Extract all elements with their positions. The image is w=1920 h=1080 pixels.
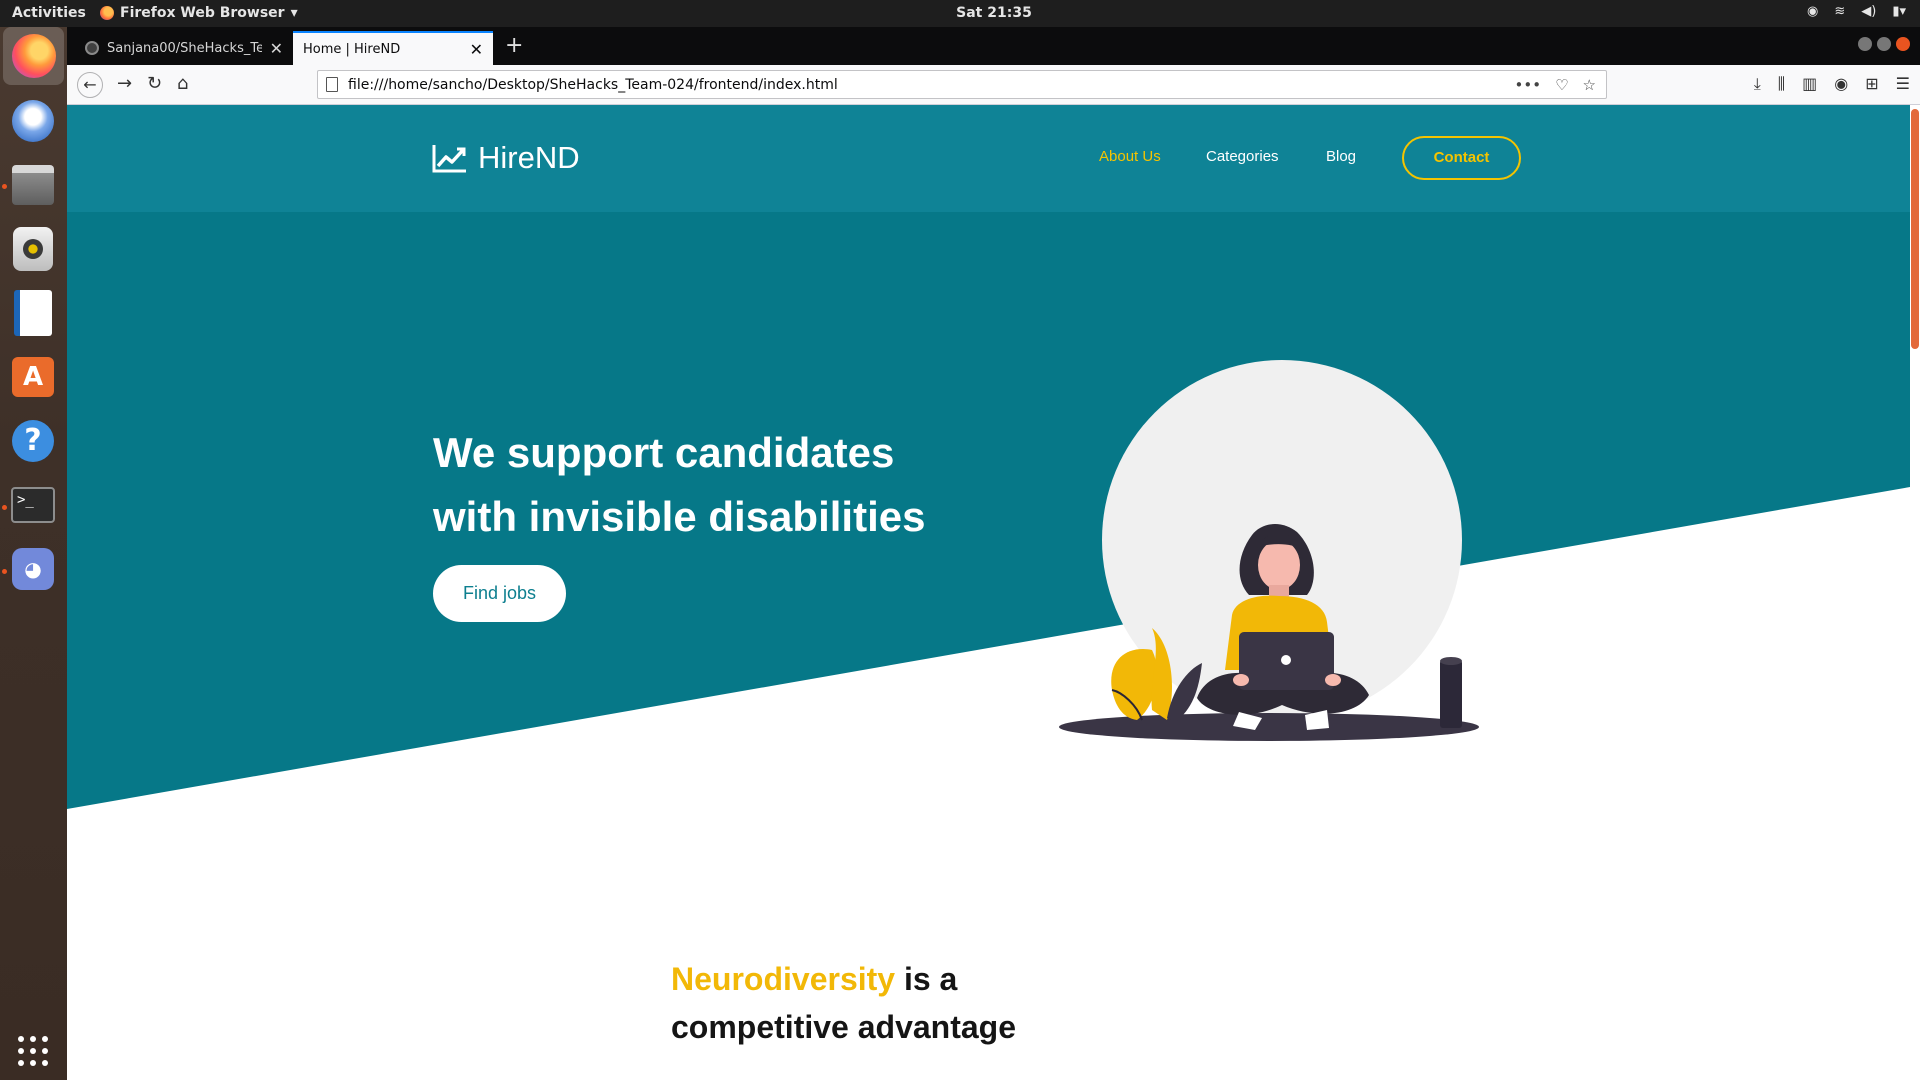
hero-title: We support candidates with invisible dis… [433, 421, 1033, 549]
software-center-icon: A [12, 357, 54, 397]
dock-discord[interactable]: ◕ [9, 545, 57, 593]
dock: A ? >_ ◕ [0, 27, 67, 1080]
files-icon [12, 165, 54, 205]
new-tab-button[interactable]: + [505, 35, 523, 57]
close-window-button[interactable] [1896, 37, 1910, 51]
nav-about-us[interactable]: About Us [1099, 148, 1161, 165]
bookmark-star-icon[interactable]: ☆ [1583, 76, 1596, 94]
dock-terminal[interactable]: >_ [9, 481, 57, 529]
tab-title: Home | HireND [303, 41, 401, 57]
close-tab-icon[interactable]: ✕ [270, 39, 283, 58]
close-tab-icon[interactable]: ✕ [470, 40, 483, 59]
logo[interactable]: HireND [432, 140, 580, 176]
back-button[interactable]: ← [77, 72, 103, 98]
logo-text: HireND [478, 140, 580, 175]
writer-icon [14, 290, 52, 336]
dock-writer[interactable] [9, 289, 57, 337]
page-actions-icon[interactable]: ••• [1515, 76, 1542, 94]
section-title-accent: Neurodiversity [671, 961, 896, 997]
page-icon [326, 77, 338, 92]
minimize-button[interactable] [1858, 37, 1872, 51]
library-icon[interactable]: ⫼ [1778, 74, 1785, 94]
url-text[interactable]: file:///home/sancho/Desktop/SheHacks_Tea… [348, 77, 1515, 93]
toolbar-icons: ⤓ ⫼ ▥ ◉ ⊞ ☰ [1754, 74, 1910, 94]
sidebar-icon[interactable]: ▥ [1802, 74, 1817, 94]
dock-software[interactable]: A [9, 353, 57, 401]
discord-icon: ◕ [12, 548, 54, 590]
running-indicator [2, 569, 7, 574]
section-title-rest-1: is a [895, 961, 958, 997]
clock[interactable]: Sat 21:35 [0, 5, 1920, 21]
nav-blog[interactable]: Blog [1326, 148, 1356, 165]
contact-button[interactable]: Contact [1402, 136, 1521, 180]
tab-title: Sanjana00/SheHacks_Te [107, 40, 262, 56]
section-title-rest-2: competitive advantage [671, 1009, 1016, 1045]
battery-icon[interactable]: ▮▾ [1892, 4, 1906, 19]
running-indicator [2, 505, 7, 510]
firefox-icon [11, 34, 56, 78]
dock-firefox[interactable] [3, 27, 64, 85]
maximize-button[interactable] [1877, 37, 1891, 51]
hero-title-line-1: We support candidates [433, 429, 895, 476]
tab-hirend[interactable]: Home | HireND ✕ [293, 31, 493, 65]
account-icon[interactable]: ◉ [1834, 74, 1848, 94]
dock-thunderbird[interactable] [9, 97, 57, 145]
thunderbird-icon [12, 100, 54, 142]
section-title: Neurodiversity is a competitive advantage [671, 955, 1131, 1051]
hero-title-line-2: with invisible disabilities [433, 493, 926, 540]
scrollbar-thumb[interactable] [1911, 109, 1919, 349]
reload-button[interactable]: ↻ [147, 73, 162, 94]
navigation-toolbar: ← → ↻ ⌂ file:///home/sancho/Desktop/SheH… [67, 65, 1920, 105]
app-grid-icon [18, 1036, 48, 1066]
window-controls [1858, 37, 1910, 51]
site-header: HireND About Us Categories Blog Contact [67, 105, 1910, 212]
dock-help[interactable]: ? [9, 417, 57, 465]
wifi-icon[interactable]: ≋ [1834, 4, 1845, 19]
terminal-icon: >_ [11, 487, 55, 523]
system-top-bar: Activities Firefox Web Browser ▾ Sat 21:… [0, 0, 1920, 27]
volume-icon[interactable]: ◀) [1861, 4, 1876, 19]
menu-icon[interactable]: ☰ [1896, 74, 1910, 94]
show-applications[interactable] [9, 1027, 57, 1075]
find-jobs-button[interactable]: Find jobs [433, 565, 566, 622]
scrollbar[interactable] [1910, 105, 1920, 1080]
dock-files[interactable] [9, 161, 57, 209]
url-bar[interactable]: file:///home/sancho/Desktop/SheHacks_Tea… [317, 70, 1607, 99]
discord-tray-icon[interactable]: ◉ [1807, 4, 1818, 19]
hero-background [67, 105, 1910, 809]
dock-rhythmbox[interactable] [9, 225, 57, 273]
chart-line-icon [432, 145, 466, 173]
tab-bar: Sanjana00/SheHacks_Te ✕ Home | HireND ✕ … [67, 27, 1920, 65]
running-indicator [2, 184, 7, 189]
github-icon [85, 41, 99, 55]
rhythmbox-icon [13, 227, 53, 271]
page-viewport: HireND About Us Categories Blog Contact … [67, 105, 1920, 1080]
forward-button[interactable]: → [117, 73, 132, 94]
woman-with-laptop-illustration [1059, 360, 1479, 741]
nav-categories[interactable]: Categories [1206, 148, 1279, 165]
downloads-icon[interactable]: ⤓ [1754, 74, 1761, 94]
home-button[interactable]: ⌂ [177, 73, 188, 94]
tab-github[interactable]: Sanjana00/SheHacks_Te ✕ [75, 31, 293, 65]
help-icon: ? [12, 420, 54, 462]
system-tray[interactable]: ◉ ≋ ◀) ▮▾ [1807, 4, 1906, 19]
extensions-icon[interactable]: ⊞ [1865, 74, 1878, 94]
pocket-icon[interactable]: ♡ [1555, 76, 1568, 94]
